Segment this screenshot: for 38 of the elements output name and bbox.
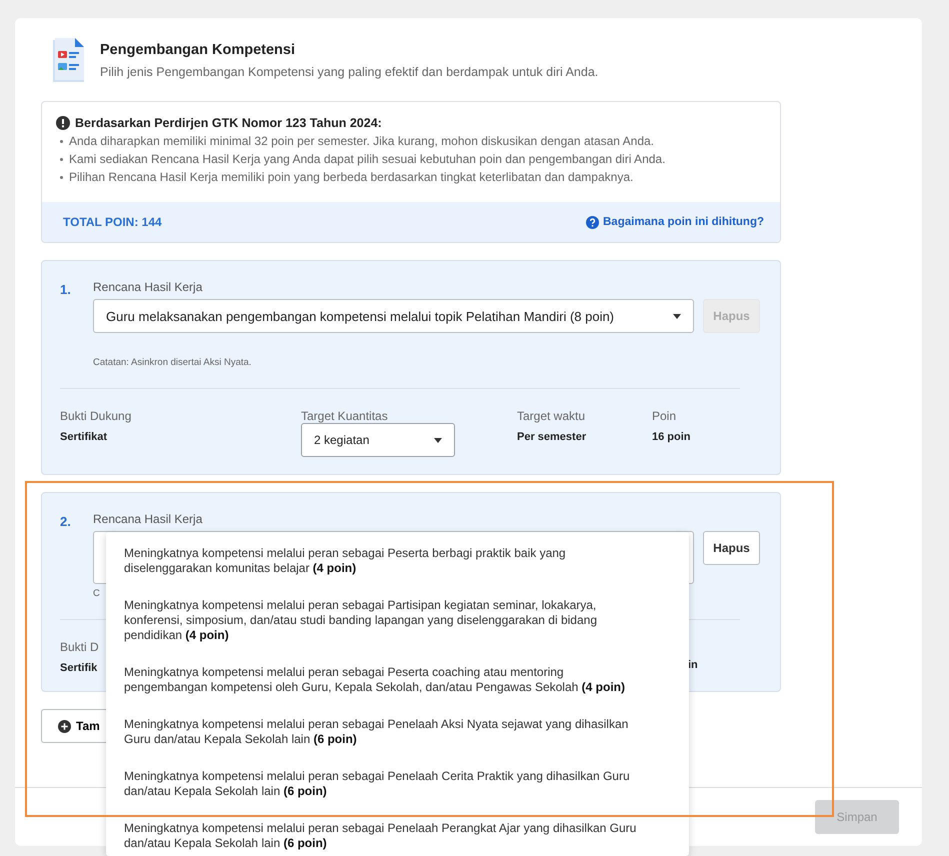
- quantity-select[interactable]: 2 kegiatan: [301, 423, 455, 457]
- field-label: Rencana Hasil Kerja: [93, 280, 204, 294]
- help-icon: [586, 216, 599, 228]
- plus-circle-icon: [58, 720, 71, 732]
- notice-bullet: Anda diharapkan memiliki minimal 32 poin per semester. Jika kurang, mohon diskusikan dengan atasan Anda.: [56, 134, 766, 148]
- dropdown-option[interactable]: Meningkatnya kompetensi melalui peran sebagai Peserta coaching atau mentoring pengembangan kompetensi oleh Guru, Kepala Sekolah, dan/atau Pengawas Sekolah (4 poin): [106, 654, 689, 706]
- plan-number: 1.: [60, 281, 72, 299]
- page-title: Pengembangan Kompetensi: [100, 42, 296, 58]
- field-label: Rencana Hasil Kerja: [93, 512, 204, 526]
- field-label: Target waktu: [517, 409, 586, 423]
- exclamation-icon: [56, 116, 70, 130]
- dropdown-option[interactable]: Meningkatnya kompetensi melalui peran sebagai Partisipan kegiatan seminar, lokakarya, konferensi, simposium, dan/atau studi banding lapangan yang diselenggarakan di bidang pendidikan (4 poin): [106, 587, 689, 654]
- field-label: Poin: [652, 409, 676, 423]
- field-value: Sertifik: [60, 662, 98, 674]
- dropdown-option[interactable]: Meningkatnya kompetensi melalui peran sebagai Peserta berbagi praktik baik yang diselenggarakan komunitas belajar (4 poin): [106, 535, 689, 587]
- field-value: in: [688, 659, 698, 671]
- page-subtitle: Pilih jenis Pengembangan Kompetensi yang paling efektif dan berdampak untuk diri Anda.: [100, 65, 598, 79]
- field-value: Sertifikat: [60, 431, 108, 443]
- field-label: Bukti Dukung: [60, 409, 132, 423]
- document-icon: [50, 38, 86, 84]
- notice-bullet: Pilihan Rencana Hasil Kerja memiliki poin yang berbeda berdasarkan tingkat keterlibatan dan dampaknya.: [56, 170, 766, 184]
- notice-bullet: Kami sediakan Rencana Hasil Kerja yang Anda dapat pilih sesuai kebutuhan poin dan pengembangan diri Anda.: [56, 152, 766, 166]
- delete-button[interactable]: Hapus: [703, 531, 760, 565]
- plan-note: C: [93, 588, 101, 599]
- dropdown-option[interactable]: Meningkatnya kompetensi melalui peran sebagai Penelaah Cerita Praktik yang dihasilkan Guru dan/atau Kepala Sekolah lain (6 poin): [106, 758, 689, 810]
- help-link[interactable]: Bagaimana poin ini dihitung?: [586, 216, 764, 228]
- total-points: TOTAL POIN: 144: [63, 215, 162, 229]
- field-value: 16 poin: [652, 431, 691, 443]
- field-label: Target Kuantitas: [301, 409, 388, 423]
- caret-icon: [673, 314, 681, 318]
- plan-number: 2.: [60, 513, 72, 531]
- field-label: Bukti D: [60, 640, 99, 654]
- caret-icon: [434, 438, 442, 442]
- plan-select[interactable]: Guru melaksanakan pengembangan kompetensi melalui topik Pelatihan Mandiri (8 poin): [93, 299, 694, 333]
- plan-note: Catatan: Asinkron disertai Aksi Nyata.: [93, 357, 252, 368]
- field-value: Per semester: [517, 431, 586, 443]
- dropdown-option[interactable]: Meningkatnya kompetensi melalui peran sebagai Penelaah Perangkat Ajar yang dihasilkan Guru dan/atau Kepala Sekolah lain (6 poin): [106, 810, 689, 856]
- notice-title: Berdasarkan Perdirjen GTK Nomor 123 Tahun 2024:: [75, 116, 382, 130]
